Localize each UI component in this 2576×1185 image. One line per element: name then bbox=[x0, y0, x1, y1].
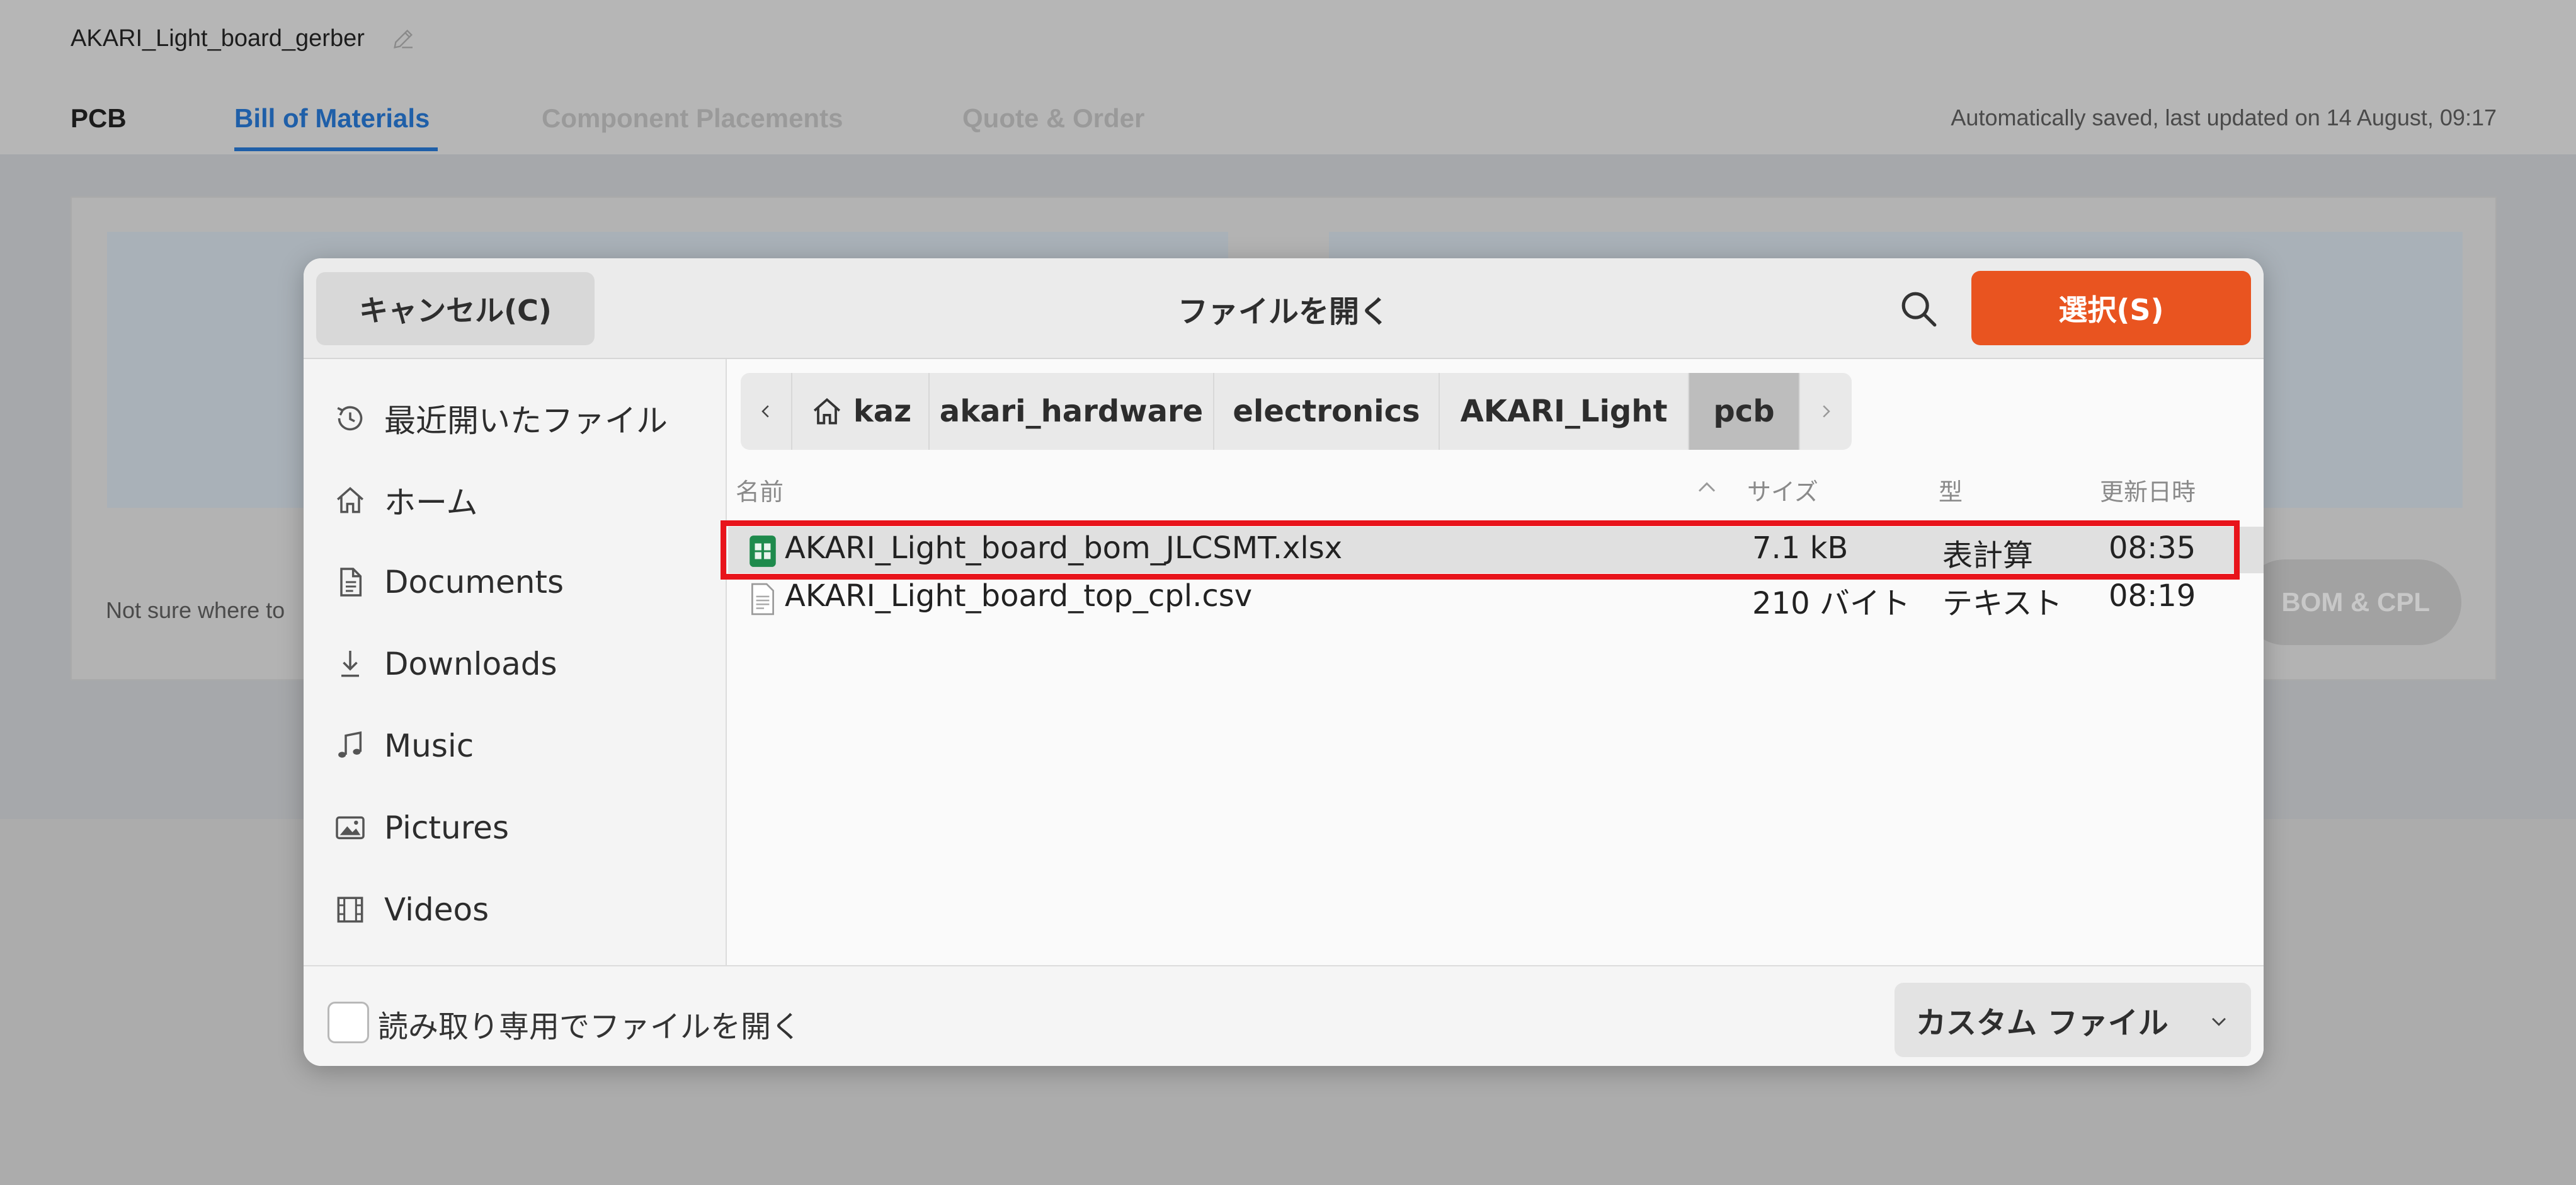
file-modified: 08:19 bbox=[2109, 578, 2196, 614]
music-icon bbox=[338, 731, 362, 758]
dialog-footer: 読み取り専用でファイルを開く カスタム ファイル bbox=[304, 965, 2264, 1066]
video-icon bbox=[337, 896, 363, 923]
sort-ascending-icon bbox=[1698, 482, 1716, 492]
path-bar: kaz akari_hardware electronics AKARI_Lig… bbox=[741, 373, 1852, 450]
tab-component-placements[interactable]: Component Placements bbox=[542, 103, 843, 134]
sidebar-item-music[interactable]: Music bbox=[304, 708, 727, 784]
file-filter-dropdown[interactable]: カスタム ファイル bbox=[1895, 983, 2251, 1057]
sidebar-item-label: Documents bbox=[384, 564, 564, 600]
column-header-size[interactable]: サイズ bbox=[1747, 472, 1818, 507]
spreadsheet-icon bbox=[749, 535, 776, 567]
readonly-label[interactable]: 読み取り専用でファイルを開く bbox=[378, 1002, 801, 1046]
project-title: AKARI_Light_board_gerber bbox=[71, 25, 365, 52]
sidebar-item-label: Music bbox=[384, 728, 474, 764]
sidebar-item-pictures[interactable]: Pictures bbox=[304, 790, 727, 866]
sidebar-item-home[interactable]: ホーム bbox=[304, 462, 727, 538]
column-header-name[interactable]: 名前 bbox=[736, 472, 784, 507]
file-size: 7.1 kB bbox=[1752, 530, 1849, 566]
autosave-status: Automatically saved, last updated on 14 … bbox=[1951, 105, 2497, 130]
file-name: AKARI_Light_board_bom_JLCSMT.xlsx bbox=[785, 530, 1343, 566]
dialog-header: ファイルを開く キャンセル(C) 選択(S) bbox=[304, 258, 2264, 359]
path-segment-label: kaz bbox=[853, 394, 912, 429]
file-filter-label: カスタム ファイル bbox=[1916, 1005, 2169, 1041]
file-row[interactable]: AKARI_Light_board_top_cpl.csv 210 バイト テキ… bbox=[728, 575, 2264, 621]
path-segment[interactable]: akari_hardware bbox=[930, 373, 1214, 450]
sidebar-item-videos[interactable]: Videos bbox=[304, 872, 727, 947]
path-segment-current[interactable]: pcb bbox=[1689, 373, 1800, 450]
file-name: AKARI_Light_board_top_cpl.csv bbox=[785, 578, 1253, 614]
file-size: 210 バイト bbox=[1752, 586, 1910, 621]
picture-icon bbox=[336, 816, 365, 840]
path-segment[interactable]: electronics bbox=[1214, 373, 1440, 450]
document-icon bbox=[340, 568, 362, 597]
edit-pencil-icon[interactable] bbox=[390, 26, 416, 52]
text-file-icon bbox=[751, 583, 774, 615]
file-row[interactable]: AKARI_Light_board_bom_JLCSMT.xlsx 7.1 kB… bbox=[728, 527, 2264, 573]
chevron-down-icon bbox=[2212, 1017, 2226, 1026]
chevron-right-icon bbox=[1823, 405, 1830, 418]
cancel-button[interactable]: キャンセル(C) bbox=[316, 272, 595, 345]
file-open-dialog: ファイルを開く キャンセル(C) 選択(S) 最近開いたファイル ホーム Doc… bbox=[304, 258, 2264, 1066]
select-button[interactable]: 選択(S) bbox=[1971, 271, 2251, 345]
path-back-button[interactable] bbox=[741, 373, 792, 450]
tab-pcb[interactable]: PCB bbox=[71, 103, 127, 134]
home-icon bbox=[813, 398, 840, 425]
dialog-title: ファイルを開く bbox=[1177, 294, 1389, 329]
tab-quote-order[interactable]: Quote & Order bbox=[962, 103, 1144, 134]
path-segment[interactable]: AKARI_Light bbox=[1440, 373, 1689, 450]
file-modified: 08:35 bbox=[2109, 530, 2196, 566]
help-hint-text: Not sure where to bbox=[106, 597, 285, 623]
sidebar-item-label: Pictures bbox=[384, 810, 509, 846]
chevron-left-icon bbox=[761, 405, 769, 418]
upload-bom-cpl-button[interactable]: BOM & CPL bbox=[2242, 559, 2461, 645]
active-tab-underline bbox=[234, 147, 438, 151]
sidebar-item-downloads[interactable]: Downloads bbox=[304, 626, 727, 702]
sidebar-item-documents[interactable]: Documents bbox=[304, 544, 727, 620]
sidebar-item-label: Videos bbox=[384, 891, 489, 928]
column-header-modified[interactable]: 更新日時 bbox=[2100, 472, 2196, 507]
places-sidebar: 最近開いたファイル ホーム Documents Downloads Music … bbox=[304, 359, 727, 1066]
search-icon[interactable] bbox=[1897, 287, 1941, 331]
path-segment-home[interactable]: kaz bbox=[792, 373, 930, 450]
sidebar-item-recent[interactable]: 最近開いたファイル bbox=[304, 381, 727, 456]
readonly-checkbox[interactable] bbox=[328, 1002, 369, 1043]
page-header: AKARI_Light_board_gerber PCB Bill of Mat… bbox=[0, 0, 2576, 154]
home-icon bbox=[337, 486, 363, 513]
clock-icon bbox=[337, 406, 363, 431]
file-type: 表計算 bbox=[1942, 538, 2034, 573]
column-header-type[interactable]: 型 bbox=[1939, 472, 1963, 507]
path-forward-button[interactable] bbox=[1800, 373, 1852, 450]
sidebar-item-label: 最近開いたファイル bbox=[384, 403, 668, 439]
sidebar-item-label: Downloads bbox=[384, 646, 557, 682]
download-icon bbox=[341, 651, 359, 677]
sidebar-item-label: ホーム bbox=[384, 484, 478, 521]
file-type: テキスト bbox=[1942, 586, 2063, 621]
tab-bill-of-materials[interactable]: Bill of Materials bbox=[234, 103, 430, 134]
